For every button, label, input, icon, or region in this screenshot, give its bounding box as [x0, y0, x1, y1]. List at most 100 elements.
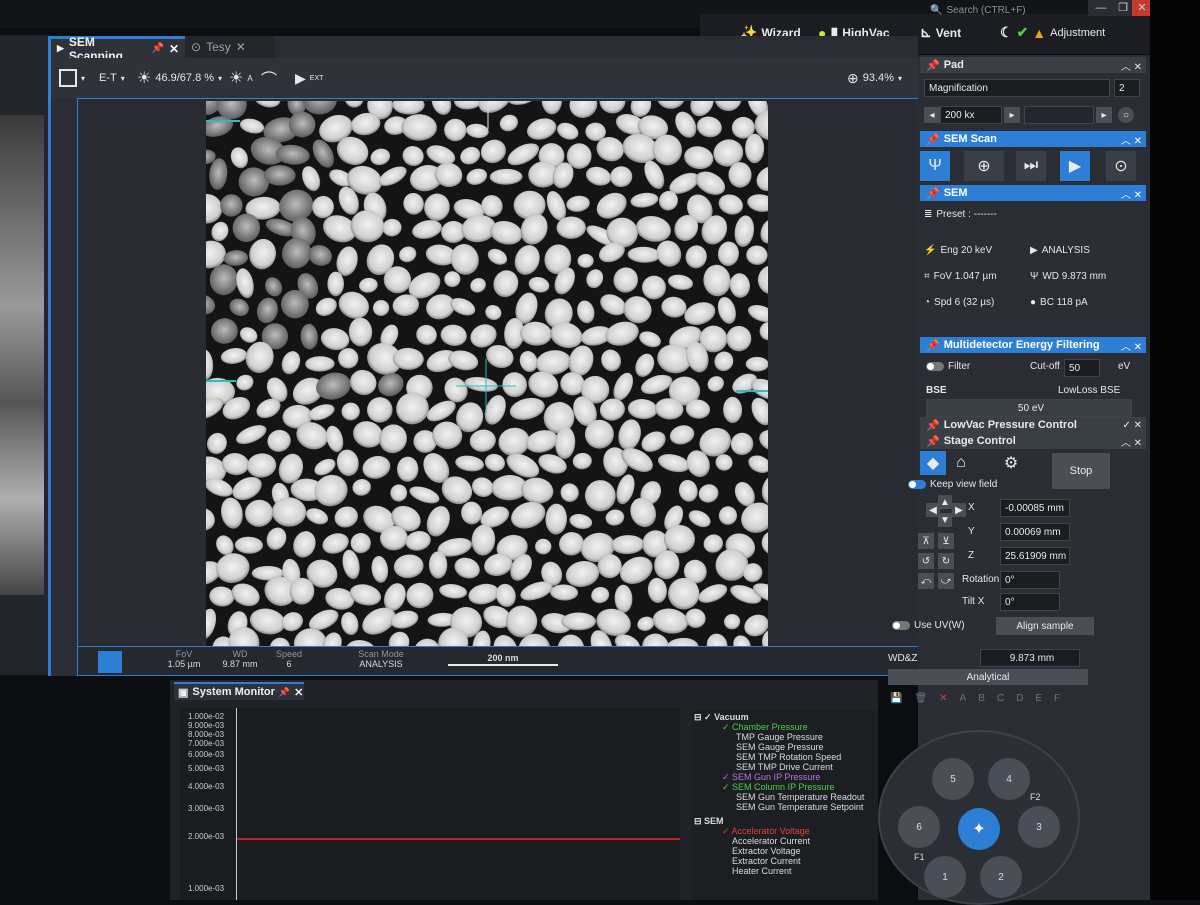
center-star-icon[interactable]: ✦: [958, 808, 1000, 850]
mode-control[interactable]: ▶ ANALYSIS: [1030, 245, 1090, 256]
stage-right-icon[interactable]: ▶: [952, 503, 966, 517]
rotate-cw-icon[interactable]: ↻: [938, 553, 954, 569]
holder-position-3[interactable]: 3: [1018, 806, 1060, 848]
z-input[interactable]: 25.61909 mm: [1000, 547, 1070, 565]
sem-scan-header[interactable]: 📌 SEM Scan ︿ ✕: [920, 131, 1146, 147]
rotation-input[interactable]: 0°: [1000, 571, 1060, 589]
preset-select[interactable]: ≣ Preset : -------: [924, 209, 997, 220]
scan-area-selector[interactable]: ▾: [59, 66, 85, 90]
vent-button[interactable]: ⊾ Vent: [920, 24, 961, 41]
save-icon[interactable]: 💾: [890, 693, 902, 704]
cutoff-input[interactable]: 50: [1064, 359, 1100, 377]
auto-brightness-button[interactable]: ☀ A: [229, 66, 253, 90]
collapse-icon[interactable]: ︿ ✕: [1121, 186, 1142, 201]
analytical-button[interactable]: Analytical: [888, 669, 1088, 685]
detector-button[interactable]: Ψ: [920, 151, 950, 181]
slot-d[interactable]: D: [1016, 693, 1023, 704]
speed-control[interactable]: ◔ Spd 6 (32 µs): [924, 297, 994, 308]
slot-e[interactable]: E: [1035, 693, 1042, 704]
tab-sem-scanning[interactable]: ▶ SEM Scanning 📌 ✕: [51, 35, 185, 63]
auto-focus-button[interactable]: ⌒: [261, 66, 277, 90]
legend-item[interactable]: SEM Gauge Pressure: [736, 742, 824, 752]
wd-control[interactable]: Ψ WD 9.873 mm: [1030, 271, 1106, 282]
remove-icon[interactable]: ✕: [939, 693, 947, 704]
external-scan-button[interactable]: ▶ EXT: [295, 66, 323, 90]
collapse-icon[interactable]: ︿ ✕: [1121, 338, 1142, 353]
holder-position-2[interactable]: 2: [980, 856, 1022, 898]
energy-filter-slider[interactable]: 50 eV: [926, 399, 1132, 417]
magnification-slider[interactable]: [1024, 106, 1094, 124]
settings-button[interactable]: ⚙: [998, 451, 1024, 475]
close-tab-icon[interactable]: ✕: [169, 42, 179, 56]
sample-holder-wheel[interactable]: 5 4 6 3 1 2 ✦ F1 F2: [878, 730, 1080, 905]
moon-icon[interactable]: ☾: [1000, 24, 1013, 41]
legend-item[interactable]: Heater Current: [732, 866, 792, 876]
use-uv-toggle[interactable]: Use UV(W): [892, 620, 965, 631]
legend-item[interactable]: Extractor Current: [732, 856, 801, 866]
stage-move-button[interactable]: ◆: [920, 451, 946, 475]
legend-item[interactable]: SEM Gun Temperature Readout: [736, 792, 864, 802]
scan-target-button[interactable]: ⊕: [964, 151, 1004, 181]
lowvac-header[interactable]: 📌 LowVac Pressure Control ✓ ✕: [920, 417, 1146, 433]
beam-current-control[interactable]: ● BC 118 pA: [1030, 297, 1088, 308]
collapse-icon[interactable]: ✓ ✕: [1122, 420, 1142, 431]
holder-position-4[interactable]: 4: [988, 758, 1030, 800]
reset-icon[interactable]: ○: [1118, 107, 1134, 123]
magnification-value[interactable]: 200 kx: [940, 106, 1002, 124]
holder-position-5[interactable]: 5: [932, 758, 974, 800]
holder-position-1[interactable]: 1: [924, 856, 966, 898]
close-tab-icon[interactable]: ✕: [236, 40, 246, 54]
legend-item[interactable]: Accelerator Current: [732, 836, 810, 846]
legend-item[interactable]: SEM TMP Rotation Speed: [736, 752, 841, 762]
holder-position-6[interactable]: 6: [898, 806, 940, 848]
legend-item[interactable]: SEM Gun Temperature Setpoint: [736, 802, 863, 812]
collapse-icon[interactable]: ︿ ✕: [1121, 434, 1142, 449]
tab-tesy[interactable]: ⊙ Tesy ✕: [185, 36, 275, 58]
start-scan-button[interactable]: ▶: [1060, 151, 1090, 181]
stage-down-icon[interactable]: ▼: [938, 513, 952, 527]
delete-icon[interactable]: 🗑: [914, 693, 927, 704]
detector-selector[interactable]: E-T ▾: [99, 66, 125, 90]
zoom-control[interactable]: ⊕ 93.4% ▾: [847, 66, 902, 90]
mag-increase-button[interactable]: ▸: [1004, 107, 1020, 123]
mag-step-select[interactable]: 2: [1114, 79, 1140, 97]
home-button[interactable]: ⌂: [948, 451, 974, 475]
close-button[interactable]: ✕: [1132, 0, 1152, 16]
filter-toggle[interactable]: Filter: [926, 361, 970, 372]
stage-control-header[interactable]: 📌 Stage Control ︿ ✕: [920, 433, 1146, 449]
magnification-select[interactable]: Magnification: [924, 79, 1110, 97]
legend-item[interactable]: Extractor Voltage: [732, 846, 801, 856]
adjustment-button[interactable]: Adjustment: [1050, 27, 1105, 39]
energy-control[interactable]: ⚡ Eng 20 keV: [924, 245, 992, 256]
stop-button[interactable]: Stop: [1052, 453, 1110, 489]
close-tab-icon[interactable]: ✕: [294, 686, 303, 699]
keep-view-field-toggle[interactable]: Keep view field: [908, 479, 997, 490]
slot-a[interactable]: A: [960, 693, 967, 704]
slot-b[interactable]: B: [978, 693, 985, 704]
stage-up-icon[interactable]: ▲: [938, 495, 952, 509]
slot-f[interactable]: F: [1054, 693, 1060, 704]
sem-image[interactable]: [206, 101, 768, 651]
mag-decrease-button[interactable]: ◂: [924, 107, 940, 123]
collapse-icon[interactable]: ︿ ✕: [1121, 58, 1142, 73]
legend-item[interactable]: SEM TMP Drive Current: [736, 762, 833, 772]
brightness-contrast-control[interactable]: ☀ 46.9/67.8 % ▾: [137, 66, 222, 90]
fov-control[interactable]: ⌗ FoV 1.047 µm: [924, 271, 997, 282]
z-down-icon[interactable]: ⊻: [938, 533, 954, 549]
pad-header[interactable]: 📌 Pad ︿ ✕: [920, 57, 1146, 73]
search-box[interactable]: 🔍 Search (CTRL+F): [930, 0, 1080, 20]
tab-system-monitor[interactable]: ▣ System Monitor 📌 ✕: [174, 682, 304, 700]
monitor-plot[interactable]: 1.000e-02 9.000e-03 8.000e-03 7.000e-03 …: [180, 708, 680, 900]
legend-item[interactable]: TMP Gauge Pressure: [736, 732, 823, 742]
tilt-input[interactable]: 0°: [1000, 593, 1060, 611]
rotate-ccw-icon[interactable]: ↺: [918, 553, 934, 569]
slot-c[interactable]: C: [997, 693, 1004, 704]
pin-icon[interactable]: 📌: [279, 687, 290, 698]
align-sample-button[interactable]: Align sample: [996, 617, 1094, 635]
y-input[interactable]: 0.00069 mm: [1000, 523, 1070, 541]
mef-header[interactable]: 📌 Multidetector Energy Filtering ︿ ✕: [920, 337, 1146, 353]
collapse-icon[interactable]: ︿ ✕: [1121, 132, 1142, 147]
tilt-right-icon[interactable]: ⤻: [938, 573, 954, 589]
z-up-icon[interactable]: ⊼: [918, 533, 934, 549]
mag-step-button[interactable]: ▸: [1096, 107, 1112, 123]
